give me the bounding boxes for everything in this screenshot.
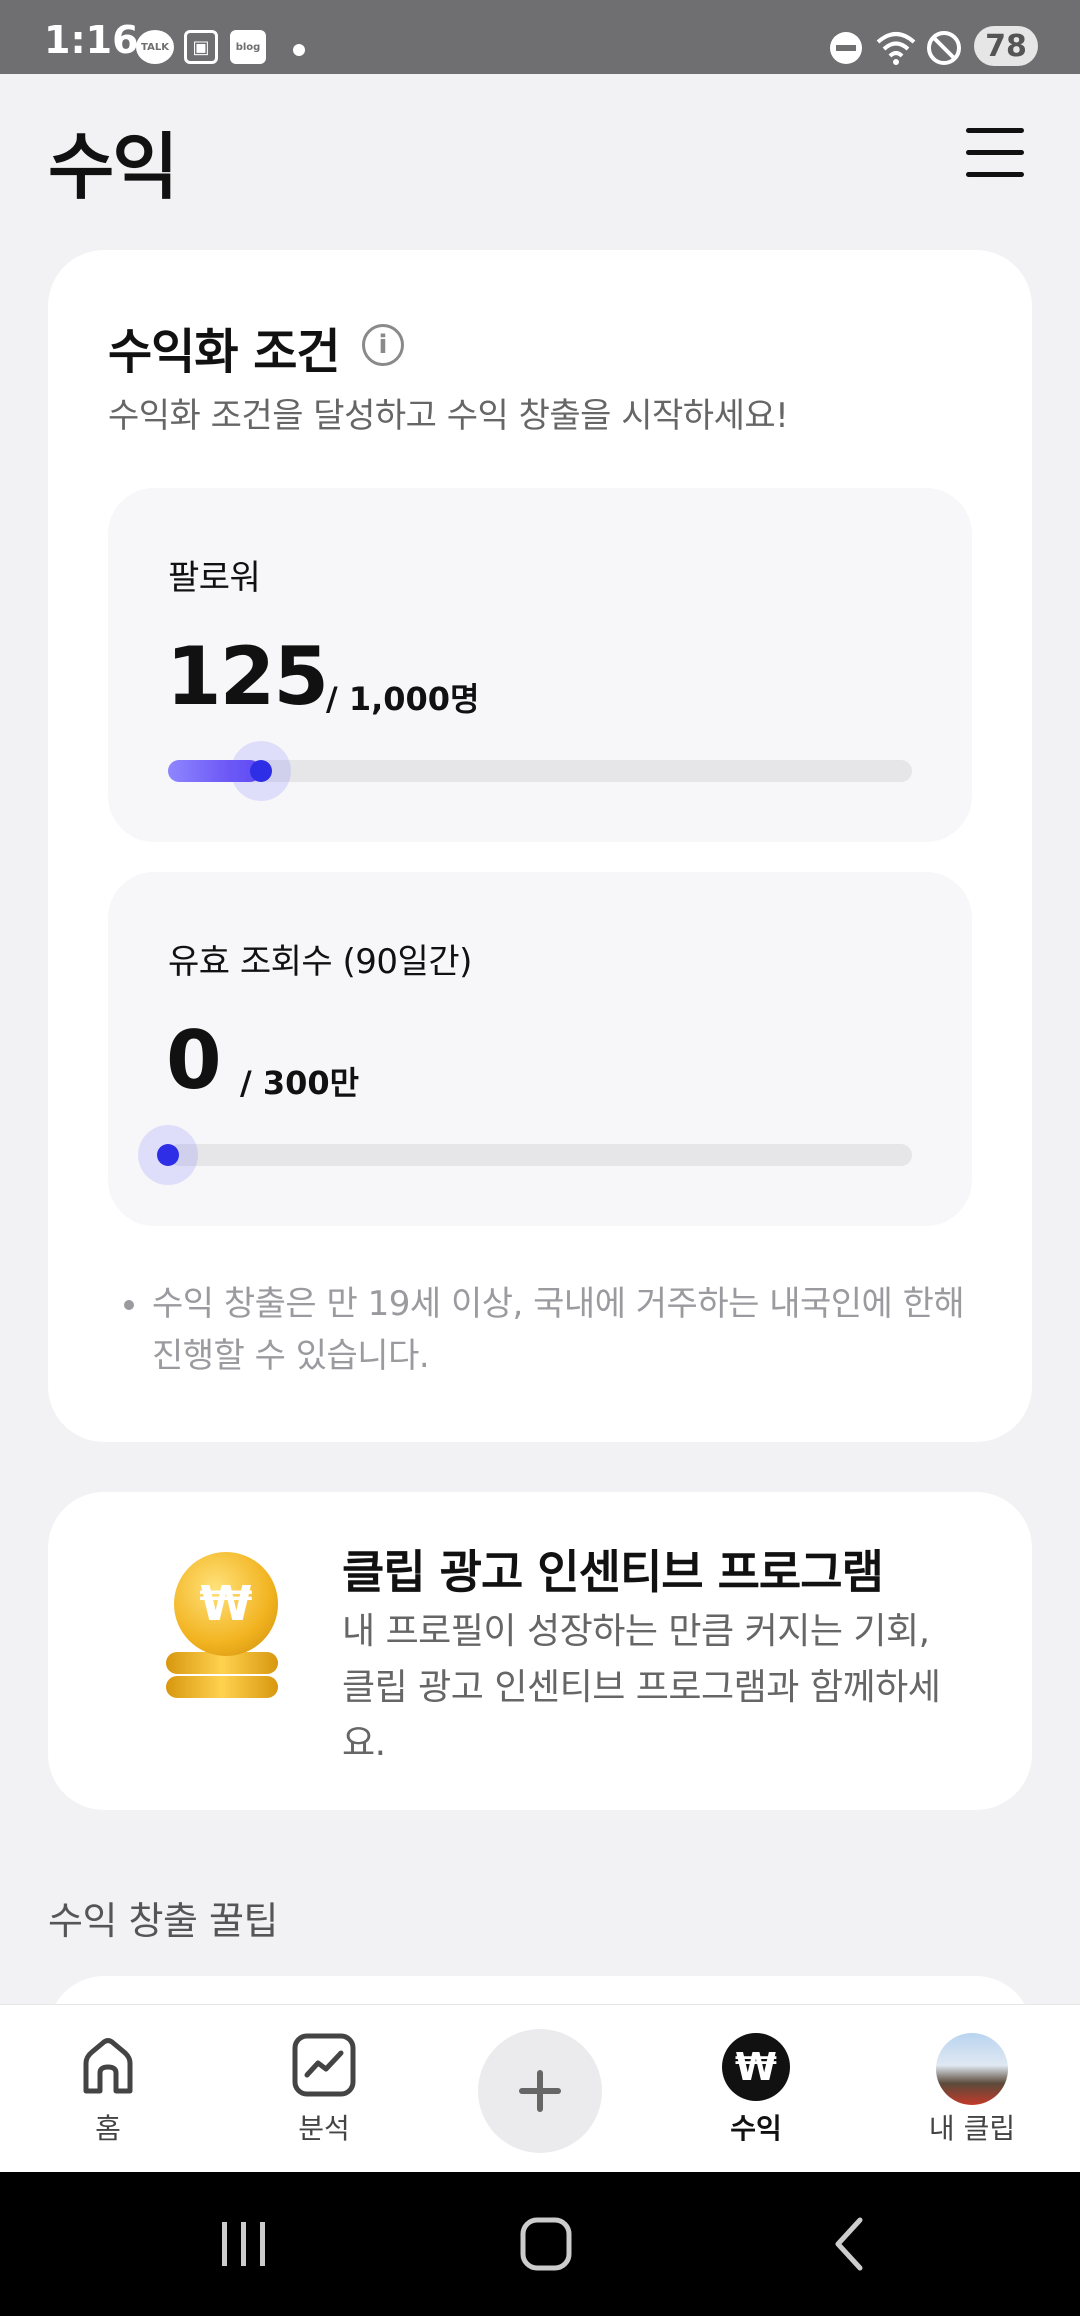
hamburger-icon-line (966, 150, 1024, 155)
wifi-icon (876, 32, 916, 65)
system-navigation-bar (0, 2172, 1080, 2316)
back-icon[interactable] (826, 2212, 870, 2276)
plus-icon (519, 2070, 561, 2112)
coin-icon: ₩ (166, 1552, 296, 1704)
valid-views-metric: 유효 조회수 (90일간) 0 / 300만 (108, 872, 972, 1226)
nav-item-analytics[interactable]: 분석 (244, 2005, 404, 2173)
metric-label: 유효 조회수 (90일간) (168, 942, 472, 982)
monetization-conditions-card: 수익화 조건 i 수익화 조건을 달성하고 수익 창출을 시작하세요! 팔로워 … (48, 250, 1032, 1442)
hamburger-icon-line (966, 172, 1024, 177)
talk-notification-icon: TALK (136, 30, 174, 64)
hamburger-icon-line (966, 128, 1024, 133)
incentive-program-card[interactable]: ₩ 클립 광고 인센티브 프로그램 내 프로필이 성장하는 만큼 커지는 기회,… (48, 1492, 1032, 1810)
tips-section-title: 수익 창출 꿀팁 (48, 1899, 278, 1943)
nav-label: 홈 (95, 2112, 121, 2145)
nav-item-my-clip[interactable]: 내 클립 (892, 2005, 1052, 2173)
battery-indicator: 78 (974, 26, 1038, 66)
nav-label: 수익 (730, 2112, 782, 2145)
incentive-description: 내 프로필이 성장하는 만큼 커지는 기회, 클립 광고 인센티브 프로그램과 … (342, 1611, 941, 1764)
follower-metric: 팔로워 125 / 1,000명 (108, 488, 972, 842)
progress-knob (157, 1144, 179, 1166)
home-system-icon[interactable] (516, 2212, 576, 2276)
chart-icon (292, 2033, 356, 2097)
blog-notification-icon: blog (230, 30, 266, 64)
create-button[interactable] (478, 2029, 602, 2153)
monetization-title: 수익화 조건 (108, 324, 341, 380)
progress-knob (250, 760, 272, 782)
recent-apps-icon[interactable] (218, 2212, 270, 2276)
won-icon: ₩ (722, 2033, 790, 2101)
metric-label: 팔로워 (168, 558, 261, 598)
more-notifications-dot-icon (293, 44, 305, 56)
screenshot-notification-icon: ▣ (184, 30, 218, 64)
status-bar: 1:16 TALK ▣ blog 78 (0, 0, 1080, 74)
metric-value: 0 (166, 1014, 222, 1107)
blocked-icon (927, 31, 961, 65)
nav-label: 내 클립 (928, 2112, 1016, 2145)
metric-target: / 1,000명 (326, 680, 480, 718)
incentive-title: 클립 광고 인센티브 프로그램 (342, 1545, 884, 1599)
progress-track (138, 1125, 912, 1185)
page-title: 수익 (48, 125, 178, 209)
avatar (936, 2033, 1008, 2105)
bottom-navigation: 홈 분석 ₩ 수익 내 클립 (0, 2004, 1080, 2172)
monetization-subtitle: 수익화 조건을 달성하고 수익 창출을 시작하세요! (108, 396, 789, 436)
menu-button[interactable] (966, 128, 1024, 178)
status-time: 1:16 (44, 18, 139, 62)
metric-value: 125 (166, 630, 329, 723)
home-icon (83, 2038, 133, 2094)
bullet-icon (124, 1300, 134, 1310)
metric-target: / 300만 (240, 1064, 360, 1102)
info-icon[interactable]: i (362, 324, 404, 366)
eligibility-notice: 수익 창출은 만 19세 이상, 국내에 거주하는 내국인에 한해 진행할 수 … (152, 1284, 965, 1376)
coin-face: ₩ (174, 1552, 278, 1656)
do-not-disturb-icon (830, 32, 862, 64)
nav-label: 분석 (298, 2112, 350, 2145)
nav-item-home[interactable]: 홈 (28, 2005, 188, 2173)
coin-stack-layer (166, 1676, 278, 1698)
progress-track (168, 741, 912, 801)
nav-item-revenue[interactable]: ₩ 수익 (676, 2005, 836, 2173)
